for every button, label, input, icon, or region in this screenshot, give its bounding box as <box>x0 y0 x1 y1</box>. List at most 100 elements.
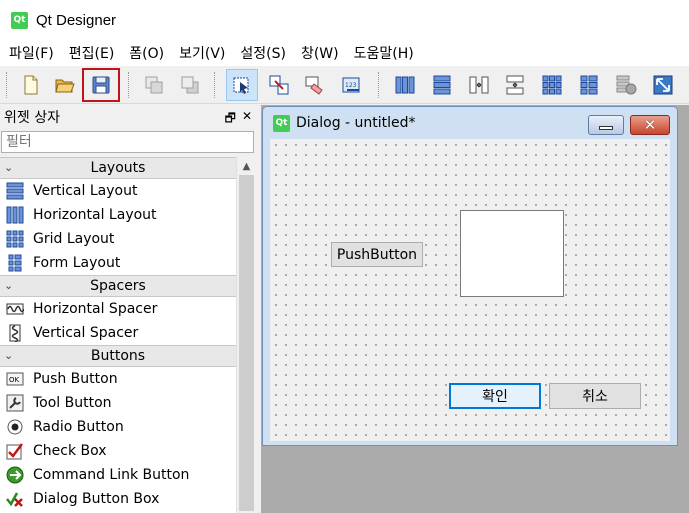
push-button-widget[interactable]: PushButton <box>331 242 423 267</box>
widget-item-tool-button[interactable]: Tool Button <box>0 391 236 415</box>
cancel-button[interactable]: 취소 <box>549 383 641 409</box>
menu-view[interactable]: 보기(V) <box>173 43 231 63</box>
main-toolbar: 123 <box>0 66 689 104</box>
edit-buddies-button[interactable] <box>299 69 331 101</box>
lay-out-form-button[interactable] <box>573 69 605 101</box>
widget-item-push-button[interactable]: OK Push Button <box>0 367 236 391</box>
widget-filter-input[interactable] <box>1 131 254 153</box>
new-form-button[interactable] <box>14 69 46 101</box>
category-layouts[interactable]: ⌄ Layouts <box>0 157 236 179</box>
widget-item-horizontal-layout[interactable]: Horizontal Layout <box>0 203 236 227</box>
menu-settings[interactable]: 설정(S) <box>234 43 292 63</box>
form-canvas[interactable]: PushButton 확인 취소 <box>270 139 670 441</box>
widget-item-label: Dialog Button Box <box>33 491 160 507</box>
frame-widget[interactable] <box>460 210 564 297</box>
chevron-down-icon: ⌄ <box>4 279 14 292</box>
window-titlebar: Qt Qt Designer <box>0 0 689 40</box>
widget-item-vertical-layout[interactable]: Vertical Layout <box>0 179 236 203</box>
new-file-icon <box>24 75 38 95</box>
menu-bar: 파일(F) 편집(E) 폼(O) 보기(V) 설정(S) 창(W) 도움말(H) <box>0 40 689 66</box>
float-panel-icon[interactable]: 🗗 <box>225 109 236 130</box>
menu-edit[interactable]: 편집(E) <box>63 43 121 63</box>
vertical-layout-icon <box>5 181 25 201</box>
widget-list-scrollbar[interactable]: ▲ <box>236 157 256 513</box>
category-label: Buttons <box>90 348 146 364</box>
signals-slots-icon <box>269 75 289 95</box>
qt-designer-app: Qt Qt Designer 파일(F) 편집(E) 폼(O) 보기(V) 설정… <box>0 0 689 513</box>
vertical-splitter-icon <box>506 75 524 95</box>
tab-order-icon: 123 <box>342 77 360 93</box>
form-layout-icon <box>5 253 25 273</box>
open-form-button[interactable] <box>49 69 81 101</box>
break-layout-button[interactable] <box>610 69 642 101</box>
widget-item-label: Check Box <box>33 443 107 459</box>
menu-file[interactable]: 파일(F) <box>3 43 60 63</box>
minimize-button[interactable] <box>588 115 624 135</box>
chevron-down-icon: ⌄ <box>4 161 14 174</box>
widget-item-grid-layout[interactable]: Grid Layout <box>0 227 236 251</box>
lay-out-horizontal-splitter-button[interactable] <box>463 69 495 101</box>
qt-logo-icon: Qt <box>273 114 290 132</box>
dialog-button-box-icon <box>5 489 25 509</box>
category-buttons[interactable]: ⌄ Buttons <box>0 345 236 367</box>
widget-item-label: Tool Button <box>33 395 112 411</box>
break-layout-icon <box>616 75 637 95</box>
radio-button-icon <box>5 417 25 437</box>
lay-out-vertical-splitter-button[interactable] <box>499 69 531 101</box>
minimize-icon <box>599 126 613 130</box>
widget-item-radio-button[interactable]: Radio Button <box>0 415 236 439</box>
category-label: Spacers <box>90 278 146 294</box>
lay-out-grid-button[interactable] <box>536 69 568 101</box>
widget-item-label: Horizontal Layout <box>33 207 157 223</box>
lay-out-vertically-button[interactable] <box>426 69 458 101</box>
adjust-size-button[interactable] <box>647 69 679 101</box>
widget-list: ⌄ Layouts Vertical Layout Horizontal Lay… <box>0 157 236 513</box>
window-title: Qt Designer <box>36 11 117 29</box>
widget-box-title: 위젯 상자 <box>4 110 60 126</box>
save-form-button[interactable] <box>82 68 120 102</box>
category-spacers[interactable]: ⌄ Spacers <box>0 275 236 297</box>
edit-signals-slots-button[interactable] <box>263 69 295 101</box>
widget-item-label: Command Link Button <box>33 467 190 483</box>
widget-item-dialog-button-box[interactable]: Dialog Button Box <box>0 487 236 511</box>
widget-item-horizontal-spacer[interactable]: Horizontal Spacer <box>0 297 236 321</box>
toolbar-grip <box>6 72 8 98</box>
edit-tab-order-button[interactable]: 123 <box>336 69 368 101</box>
bring-to-front-button[interactable] <box>174 69 206 101</box>
widget-item-command-link-button[interactable]: Command Link Button <box>0 463 236 487</box>
buddies-icon <box>305 76 323 95</box>
toolbar-separator <box>128 72 130 98</box>
ok-button[interactable]: 확인 <box>449 383 541 409</box>
dialog-form-window[interactable]: Qt Dialog - untitled* ✕ PushButton 확인 취소 <box>262 106 678 446</box>
horizontal-splitter-icon <box>469 76 489 94</box>
widget-item-check-box[interactable]: Check Box <box>0 439 236 463</box>
floppy-disk-icon <box>92 76 110 94</box>
category-label: Layouts <box>90 160 146 176</box>
menu-window[interactable]: 창(W) <box>295 43 345 63</box>
menu-form[interactable]: 폼(O) <box>123 43 170 63</box>
menu-help[interactable]: 도움말(H) <box>348 43 420 63</box>
lay-out-horizontally-button[interactable] <box>389 69 421 101</box>
widget-item-form-layout[interactable]: Form Layout <box>0 251 236 275</box>
bring-to-front-icon <box>181 76 199 94</box>
form-layout-icon <box>580 75 598 95</box>
widget-item-label: Vertical Layout <box>33 183 138 199</box>
widget-item-label: Grid Layout <box>33 231 115 247</box>
widget-item-label: Horizontal Spacer <box>33 301 158 317</box>
widget-item-vertical-spacer[interactable]: Vertical Spacer <box>0 321 236 345</box>
close-icon: ✕ <box>643 116 657 134</box>
scroll-up-icon[interactable]: ▲ <box>237 157 256 175</box>
toolbar-separator <box>378 72 380 98</box>
adjust-size-icon <box>653 75 673 95</box>
open-folder-icon <box>55 79 75 93</box>
send-to-back-button[interactable] <box>138 69 170 101</box>
check-box-icon <box>5 441 25 461</box>
close-button[interactable]: ✕ <box>630 115 670 135</box>
horizontal-spacer-icon <box>5 299 25 319</box>
horizontal-layout-icon <box>395 76 415 94</box>
edit-widgets-button[interactable] <box>226 69 258 101</box>
push-button-icon: OK <box>5 369 25 389</box>
scrollbar-thumb[interactable] <box>239 175 254 511</box>
widget-item-label: Push Button <box>33 371 118 387</box>
close-panel-icon[interactable]: ✕ <box>242 109 252 130</box>
